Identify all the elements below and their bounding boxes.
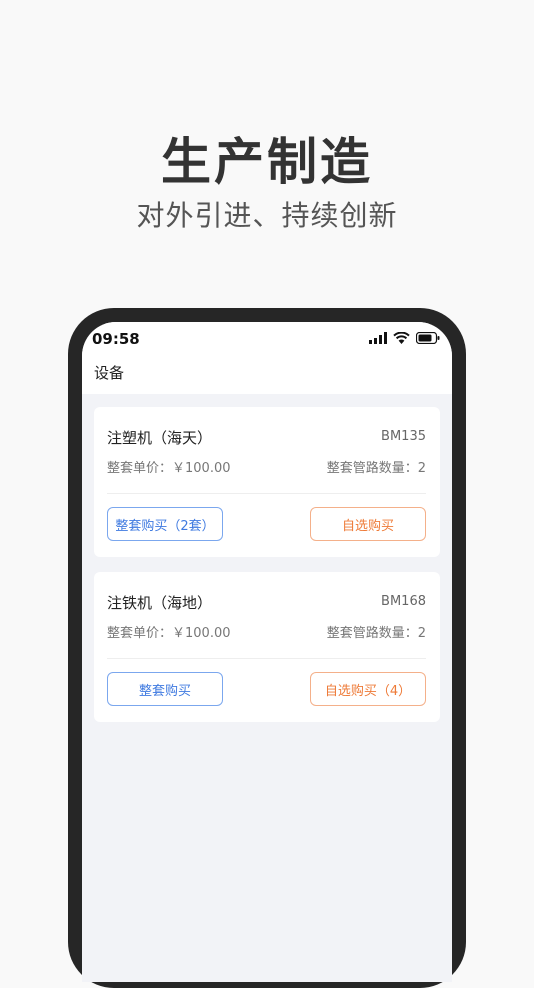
pipeline-count: 整套管路数量：2	[326, 461, 426, 476]
buy-custom-button[interactable]: 自选购买（4）	[310, 672, 426, 706]
status-time: 09:58	[92, 330, 140, 348]
buy-set-button[interactable]: 整套购买	[107, 672, 223, 706]
signal-icon	[369, 332, 387, 344]
equipment-name: 注塑机（海天）	[107, 429, 213, 447]
card-divider	[107, 658, 426, 659]
promo-title: 生产制造	[161, 133, 373, 191]
promo-subtitle: 对外引进、持续创新	[136, 199, 398, 232]
phone-frame: 09:58 设备 注塑机（海天） BM135 整套单价：￥100.00 整套管路…	[68, 308, 466, 988]
wifi-icon	[393, 332, 410, 344]
equipment-code: BM135	[381, 429, 426, 444]
battery-icon	[416, 332, 440, 344]
equipment-card: 注塑机（海天） BM135 整套单价：￥100.00 整套管路数量：2 整套购买…	[94, 407, 440, 557]
status-icons	[369, 332, 440, 344]
unit-price: 整套单价：￥100.00	[107, 626, 231, 641]
buy-set-button[interactable]: 整套购买（2套）	[107, 507, 223, 541]
equipment-card: 注铁机（海地） BM168 整套单价：￥100.00 整套管路数量：2 整套购买…	[94, 572, 440, 722]
page-title: 设备	[94, 364, 125, 382]
card-divider	[107, 493, 426, 494]
phone-screen: 09:58 设备 注塑机（海天） BM135 整套单价：￥100.00 整套管路…	[82, 322, 452, 982]
buy-custom-button[interactable]: 自选购买	[310, 507, 426, 541]
unit-price: 整套单价：￥100.00	[107, 461, 231, 476]
equipment-name: 注铁机（海地）	[107, 594, 213, 612]
top-bar: 09:58 设备	[82, 322, 452, 394]
pipeline-count: 整套管路数量：2	[326, 626, 426, 641]
equipment-code: BM168	[381, 594, 426, 609]
